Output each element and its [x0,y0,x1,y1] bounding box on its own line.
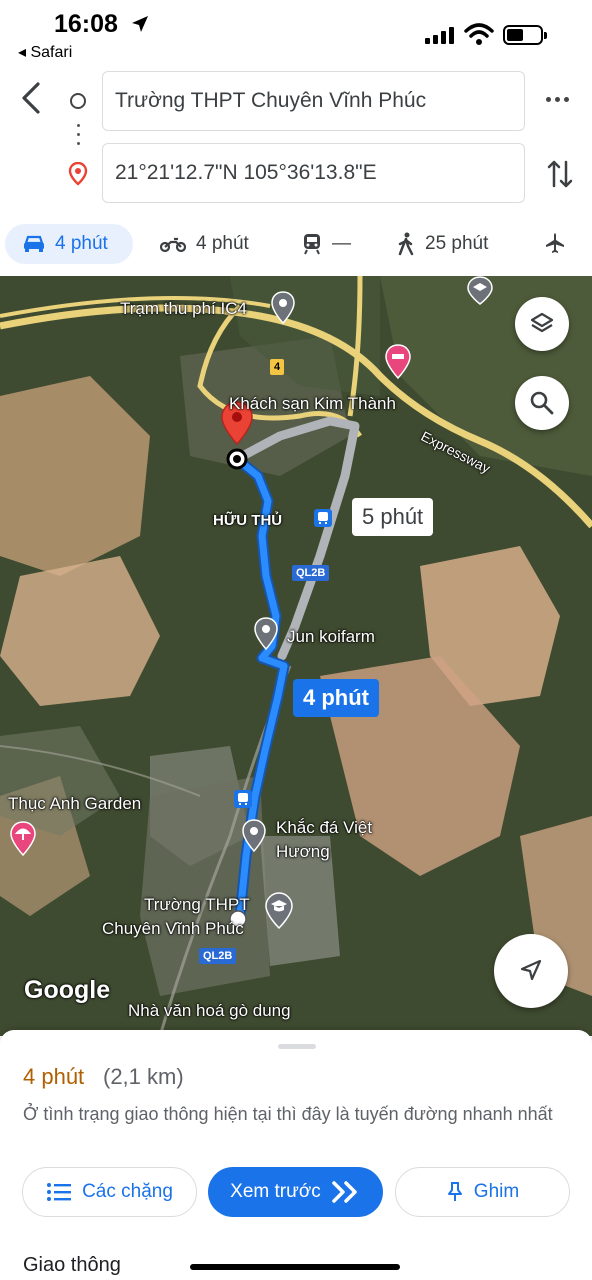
road-shield-ql2b: QL2B [199,948,237,964]
destination-input[interactable]: 21°21'12.7"N 105°36'13.8"E [102,143,525,203]
garden-label[interactable]: Thục Anh Garden [8,794,141,814]
steps-button[interactable]: Các chặng [22,1167,197,1217]
back-to-safari-link[interactable]: ◂ Safari [18,42,72,62]
stone-label-line1[interactable]: Khắc đá Việt [276,818,372,838]
train-icon [304,234,320,255]
school-pin-icon[interactable] [264,892,294,930]
satellite-imagery [0,276,592,1036]
tab-walking[interactable]: 25 phút [397,224,488,264]
search-icon [530,391,554,415]
culture-house-label[interactable]: Nhà văn hoá gò dung [128,1001,291,1021]
layers-icon [530,312,554,333]
route-dots-icon [77,124,80,145]
area-label: HỮU THỦ [213,512,283,529]
school-top-pin-icon[interactable] [466,276,494,306]
toll-pin-icon[interactable] [270,291,296,325]
layers-button[interactable] [515,297,569,351]
cellular-signal-icon [425,26,454,44]
traffic-heading: Giao thông [23,1254,121,1276]
map-view[interactable]: 4 QL2B QL2B Trạm thu phí IC4 Khách sạn K… [0,276,592,1036]
navigation-arrow-icon [520,959,542,981]
battery-icon [503,25,547,45]
double-chevron-icon [332,1181,357,1203]
pin-icon [447,1182,462,1201]
route-duration: 4 phút [23,1064,85,1089]
tab-transit-label: — [332,233,351,254]
my-location-button[interactable] [494,934,568,1008]
list-icon [47,1183,72,1201]
pin-button[interactable]: Ghim [395,1167,570,1217]
steps-button-label: Các chặng [82,1181,173,1202]
route-end-dot-icon [226,448,248,470]
tab-driving[interactable]: 4 phút [5,224,133,264]
tab-flights[interactable] [543,224,567,264]
origin-input[interactable]: Trường THPT Chuyên Vĩnh Phúc [102,71,525,131]
primary-route-duration[interactable]: 4 phút [293,679,379,717]
preview-button[interactable]: Xem trước [208,1167,383,1217]
origin-circle-icon [70,93,86,109]
garden-pin-icon[interactable] [9,821,37,857]
location-arrow-icon [132,16,148,32]
route-distance: (2,1 km) [103,1064,184,1089]
wifi-icon [464,23,494,45]
pin-button-label: Ghim [473,1181,520,1202]
car-icon [24,235,44,252]
alternate-route-duration[interactable]: 5 phút [352,498,434,536]
preview-button-label: Xem trước [230,1181,321,1202]
more-options-icon[interactable] [546,97,569,102]
school-label-line1[interactable]: Trường THPT [144,895,250,915]
google-logo: Google [24,976,111,1004]
hotel-pin-icon[interactable] [384,344,412,380]
plane-icon [546,233,564,253]
back-arrow-icon[interactable] [18,80,48,116]
road-shield-4: 4 [270,359,285,375]
status-bar: 16:08 ◂ Safari [0,0,592,66]
bus-stop-icon[interactable] [314,509,332,527]
clock: 16:08 [54,10,118,38]
toll-label[interactable]: Trạm thu phí IC4 [120,299,247,319]
koifarm-pin-icon[interactable] [253,617,279,651]
search-button[interactable] [515,376,569,430]
tab-transit[interactable]: — [302,224,351,264]
destination-pin-icon [68,162,88,186]
route-note: Ở tình trạng giao thông hiện tại thì đây… [23,1104,553,1124]
koifarm-label[interactable]: Jun koifarm [287,627,375,647]
stone-label-line2[interactable]: Hương [276,842,330,862]
school-label-line2[interactable]: Chuyên Vĩnh Phúc [102,919,244,939]
tab-driving-label: 4 phút [55,233,108,254]
tab-motorbike-label: 4 phút [196,233,249,254]
bus-stop-icon[interactable] [234,790,252,808]
motorbike-icon [160,237,186,253]
home-indicator [190,1264,400,1270]
swap-icon[interactable] [546,158,574,190]
road-shield-ql2b: QL2B [292,565,330,581]
tab-walking-label: 25 phút [425,233,489,254]
hotel-label[interactable]: Khách sạn Kim Thành [229,394,396,414]
walk-icon [398,232,414,256]
travel-mode-tabs: 4 phút 4 phút — 25 phút [0,222,592,268]
tab-motorbike[interactable]: 4 phút [160,224,249,264]
stone-carving-pin-icon[interactable] [241,819,267,853]
sheet-drag-handle[interactable] [278,1044,316,1049]
route-summary-sheet: 4 phút (2,1 km) Ở tình trạng giao thông … [0,1030,592,1280]
